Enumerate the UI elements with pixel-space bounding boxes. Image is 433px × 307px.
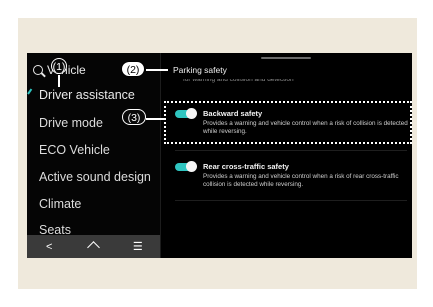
menu-item-eco-vehicle[interactable]: ECO Vehicle: [39, 143, 110, 157]
callout-1: (1): [51, 58, 67, 74]
home-button[interactable]: [78, 239, 108, 255]
setting-description: Provides a warning and vehicle control w…: [203, 173, 399, 188]
panel-title: Parking safety: [173, 65, 227, 75]
row-divider: [175, 200, 407, 201]
menu-item-active-sound-design[interactable]: Active sound design: [39, 170, 151, 184]
search-icon: [33, 65, 43, 75]
settings-panel: Parking safety for warning and collision…: [161, 53, 412, 258]
menu-button[interactable]: ☰: [123, 240, 153, 253]
home-icon: [87, 240, 100, 254]
back-button[interactable]: <: [34, 241, 64, 253]
callout-line: [146, 69, 168, 71]
callout-2: (2): [121, 61, 145, 77]
menu-item-climate[interactable]: Climate: [39, 197, 81, 211]
toggle-knob: [186, 161, 197, 172]
callout-line: [146, 118, 165, 120]
row-divider: [175, 150, 407, 151]
bottom-navbar: < ☰: [27, 235, 160, 258]
infotainment-screen: Vehicle Driver assistance Drive mode ECO…: [27, 53, 412, 258]
callout-line: [58, 75, 60, 87]
scroll-indicator: [261, 57, 311, 59]
settings-menu: Vehicle Driver assistance Drive mode ECO…: [27, 53, 160, 258]
setting-title: Rear cross-traffic safety: [203, 162, 289, 171]
menu-item-driver-assistance[interactable]: Driver assistance: [39, 88, 135, 102]
toggle-switch[interactable]: [175, 161, 197, 172]
cutoff-description: for warning and collision and detection: [183, 79, 294, 83]
highlight-box: [164, 101, 412, 144]
active-indicator-icon: [28, 91, 36, 99]
callout-3: (3): [122, 109, 146, 125]
menu-item-drive-mode[interactable]: Drive mode: [39, 116, 103, 130]
